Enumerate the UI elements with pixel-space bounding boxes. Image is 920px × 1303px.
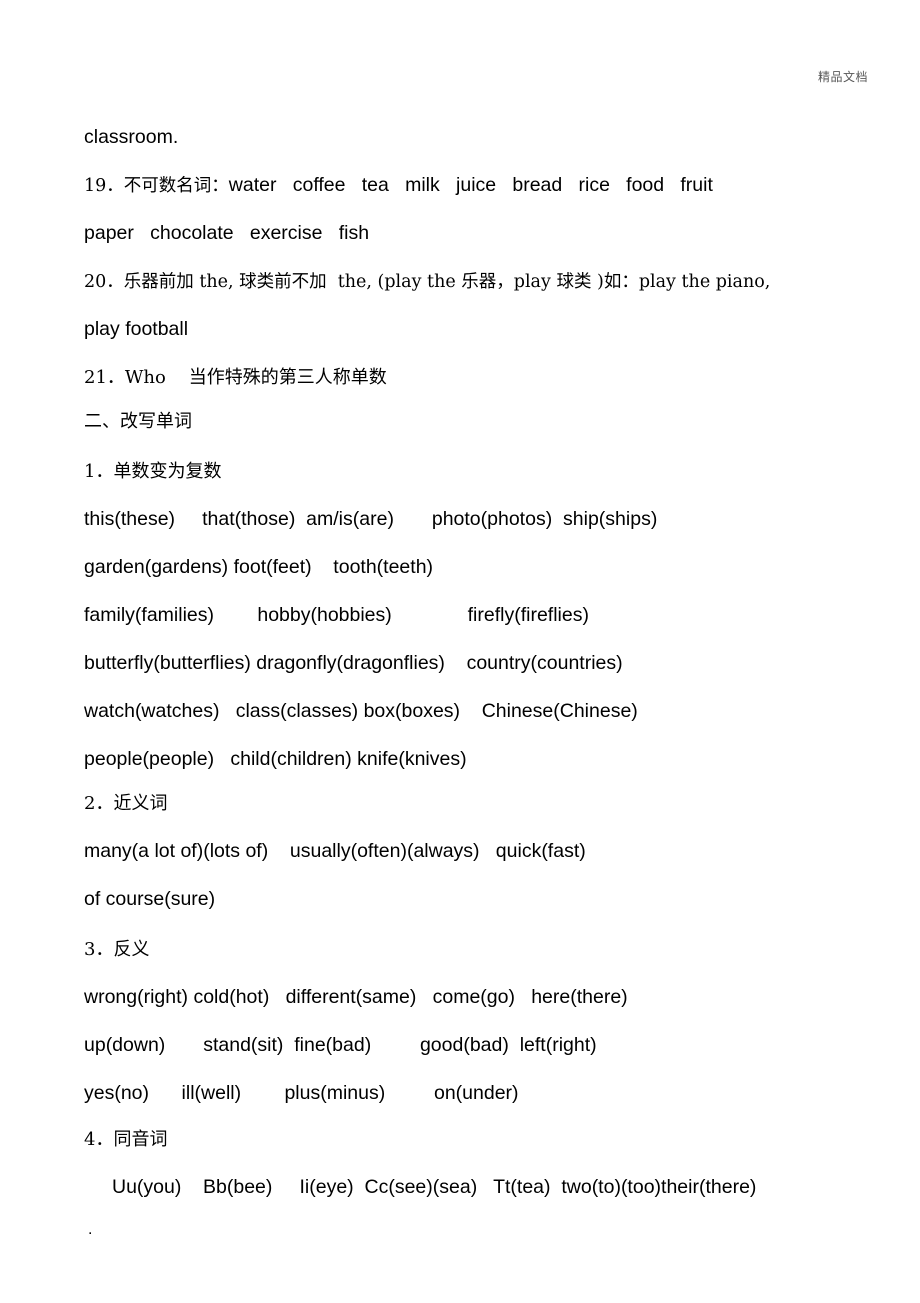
text-line-synonym-1: many(a lot of)(lots of) usually(often)(a… [84, 813, 874, 861]
text-line-plural-5: watch(watches) class(classes) box(boxes)… [84, 673, 874, 721]
line-text: wrong(right) cold(hot) different(same) c… [84, 985, 628, 1008]
text-line-plural-6: people(people) child(children) knife(kni… [84, 721, 874, 769]
subsection-heading-4: 4．同音词 [84, 1103, 874, 1149]
subsection-heading-3: 3．反义 [84, 909, 874, 959]
text-line-classroom: classroom. [84, 99, 874, 147]
line-text: yes(no) ill(well) plus(minus) on(under) [84, 1081, 519, 1104]
heading-text: 二、改写单词 [84, 411, 192, 432]
page-watermark: 精品文档 [817, 70, 868, 84]
line-text: 20．乐器前加 the, 球类前不加 the, (play the 乐器，pla… [84, 271, 771, 292]
line-text: family(families) hobby(hobbies) firefly(… [84, 603, 589, 626]
heading-text: 3．反义 [84, 939, 150, 960]
line-text: Uu(you) Bb(bee) Ii(eye) Cc(see)(sea) Tt(… [112, 1175, 757, 1198]
text-line-antonym-2: up(down) stand(sit) fine(bad) good(bad) … [84, 1007, 874, 1055]
text-line-antonym-3: yes(no) ill(well) plus(minus) on(under) [84, 1055, 874, 1103]
text-line-plural-3: family(families) hobby(hobbies) firefly(… [84, 577, 874, 625]
text-line-plural-2: garden(gardens) foot(feet) tooth(teeth) [84, 529, 874, 577]
item-19-label: 19．不可数名词： [84, 175, 229, 196]
line-text: 21．Who 当作特殊的第三人称单数 [84, 367, 387, 388]
text-line-item-21: 21．Who 当作特殊的第三人称单数 [84, 339, 874, 387]
text-line-homophone-1: Uu(you) Bb(bee) Ii(eye) Cc(see)(sea) Tt(… [84, 1149, 874, 1197]
trailing-period: . [88, 1221, 93, 1238]
heading-text: 2．近义词 [84, 793, 168, 814]
line-text: garden(gardens) foot(feet) tooth(teeth) [84, 555, 434, 578]
line-text: people(people) child(children) knife(kni… [84, 747, 467, 770]
line-text: this(these) that(those) am/is(are) photo… [84, 507, 658, 530]
line-text: play football [84, 317, 189, 340]
line-text: up(down) stand(sit) fine(bad) good(bad) … [84, 1033, 597, 1056]
heading-text: 1．单数变为复数 [84, 461, 222, 482]
line-text: watch(watches) class(classes) box(boxes)… [84, 699, 638, 722]
text-line-synonym-2: of course(sure) [84, 861, 874, 909]
subsection-heading-2: 2．近义词 [84, 769, 874, 813]
text-line-item-19: 19．不可数名词： water coffee tea milk juice bre… [84, 147, 874, 195]
subsection-heading-1: 1．单数变为复数 [84, 431, 874, 481]
heading-text: 4．同音词 [84, 1129, 168, 1150]
text-line-plural-4: butterfly(butterflies) dragonfly(dragonf… [84, 625, 874, 673]
line-text: butterfly(butterflies) dragonfly(dragonf… [84, 651, 623, 674]
line-text: of course(sure) [84, 887, 216, 910]
line-text: paper chocolate exercise fish [84, 221, 370, 244]
line-text: classroom. [84, 125, 179, 148]
text-line-item-20-cont: play football [84, 291, 874, 339]
section-heading-two: 二、改写单词 [84, 387, 874, 431]
document-body: classroom. 19．不可数名词： water coffee tea mil… [84, 99, 874, 1197]
text-line-plural-1: this(these) that(those) am/is(are) photo… [84, 481, 874, 529]
text-line-item-19-cont: paper chocolate exercise fish [84, 195, 874, 243]
document-page: 精品文档 classroom. 19．不可数名词： water coffee te… [0, 0, 920, 1303]
line-text: many(a lot of)(lots of) usually(often)(a… [84, 839, 586, 862]
item-19-words: water coffee tea milk juice bread rice f… [228, 173, 713, 196]
text-line-antonym-1: wrong(right) cold(hot) different(same) c… [84, 959, 874, 1007]
text-line-item-20: 20．乐器前加 the, 球类前不加 the, (play the 乐器，pla… [84, 243, 874, 291]
